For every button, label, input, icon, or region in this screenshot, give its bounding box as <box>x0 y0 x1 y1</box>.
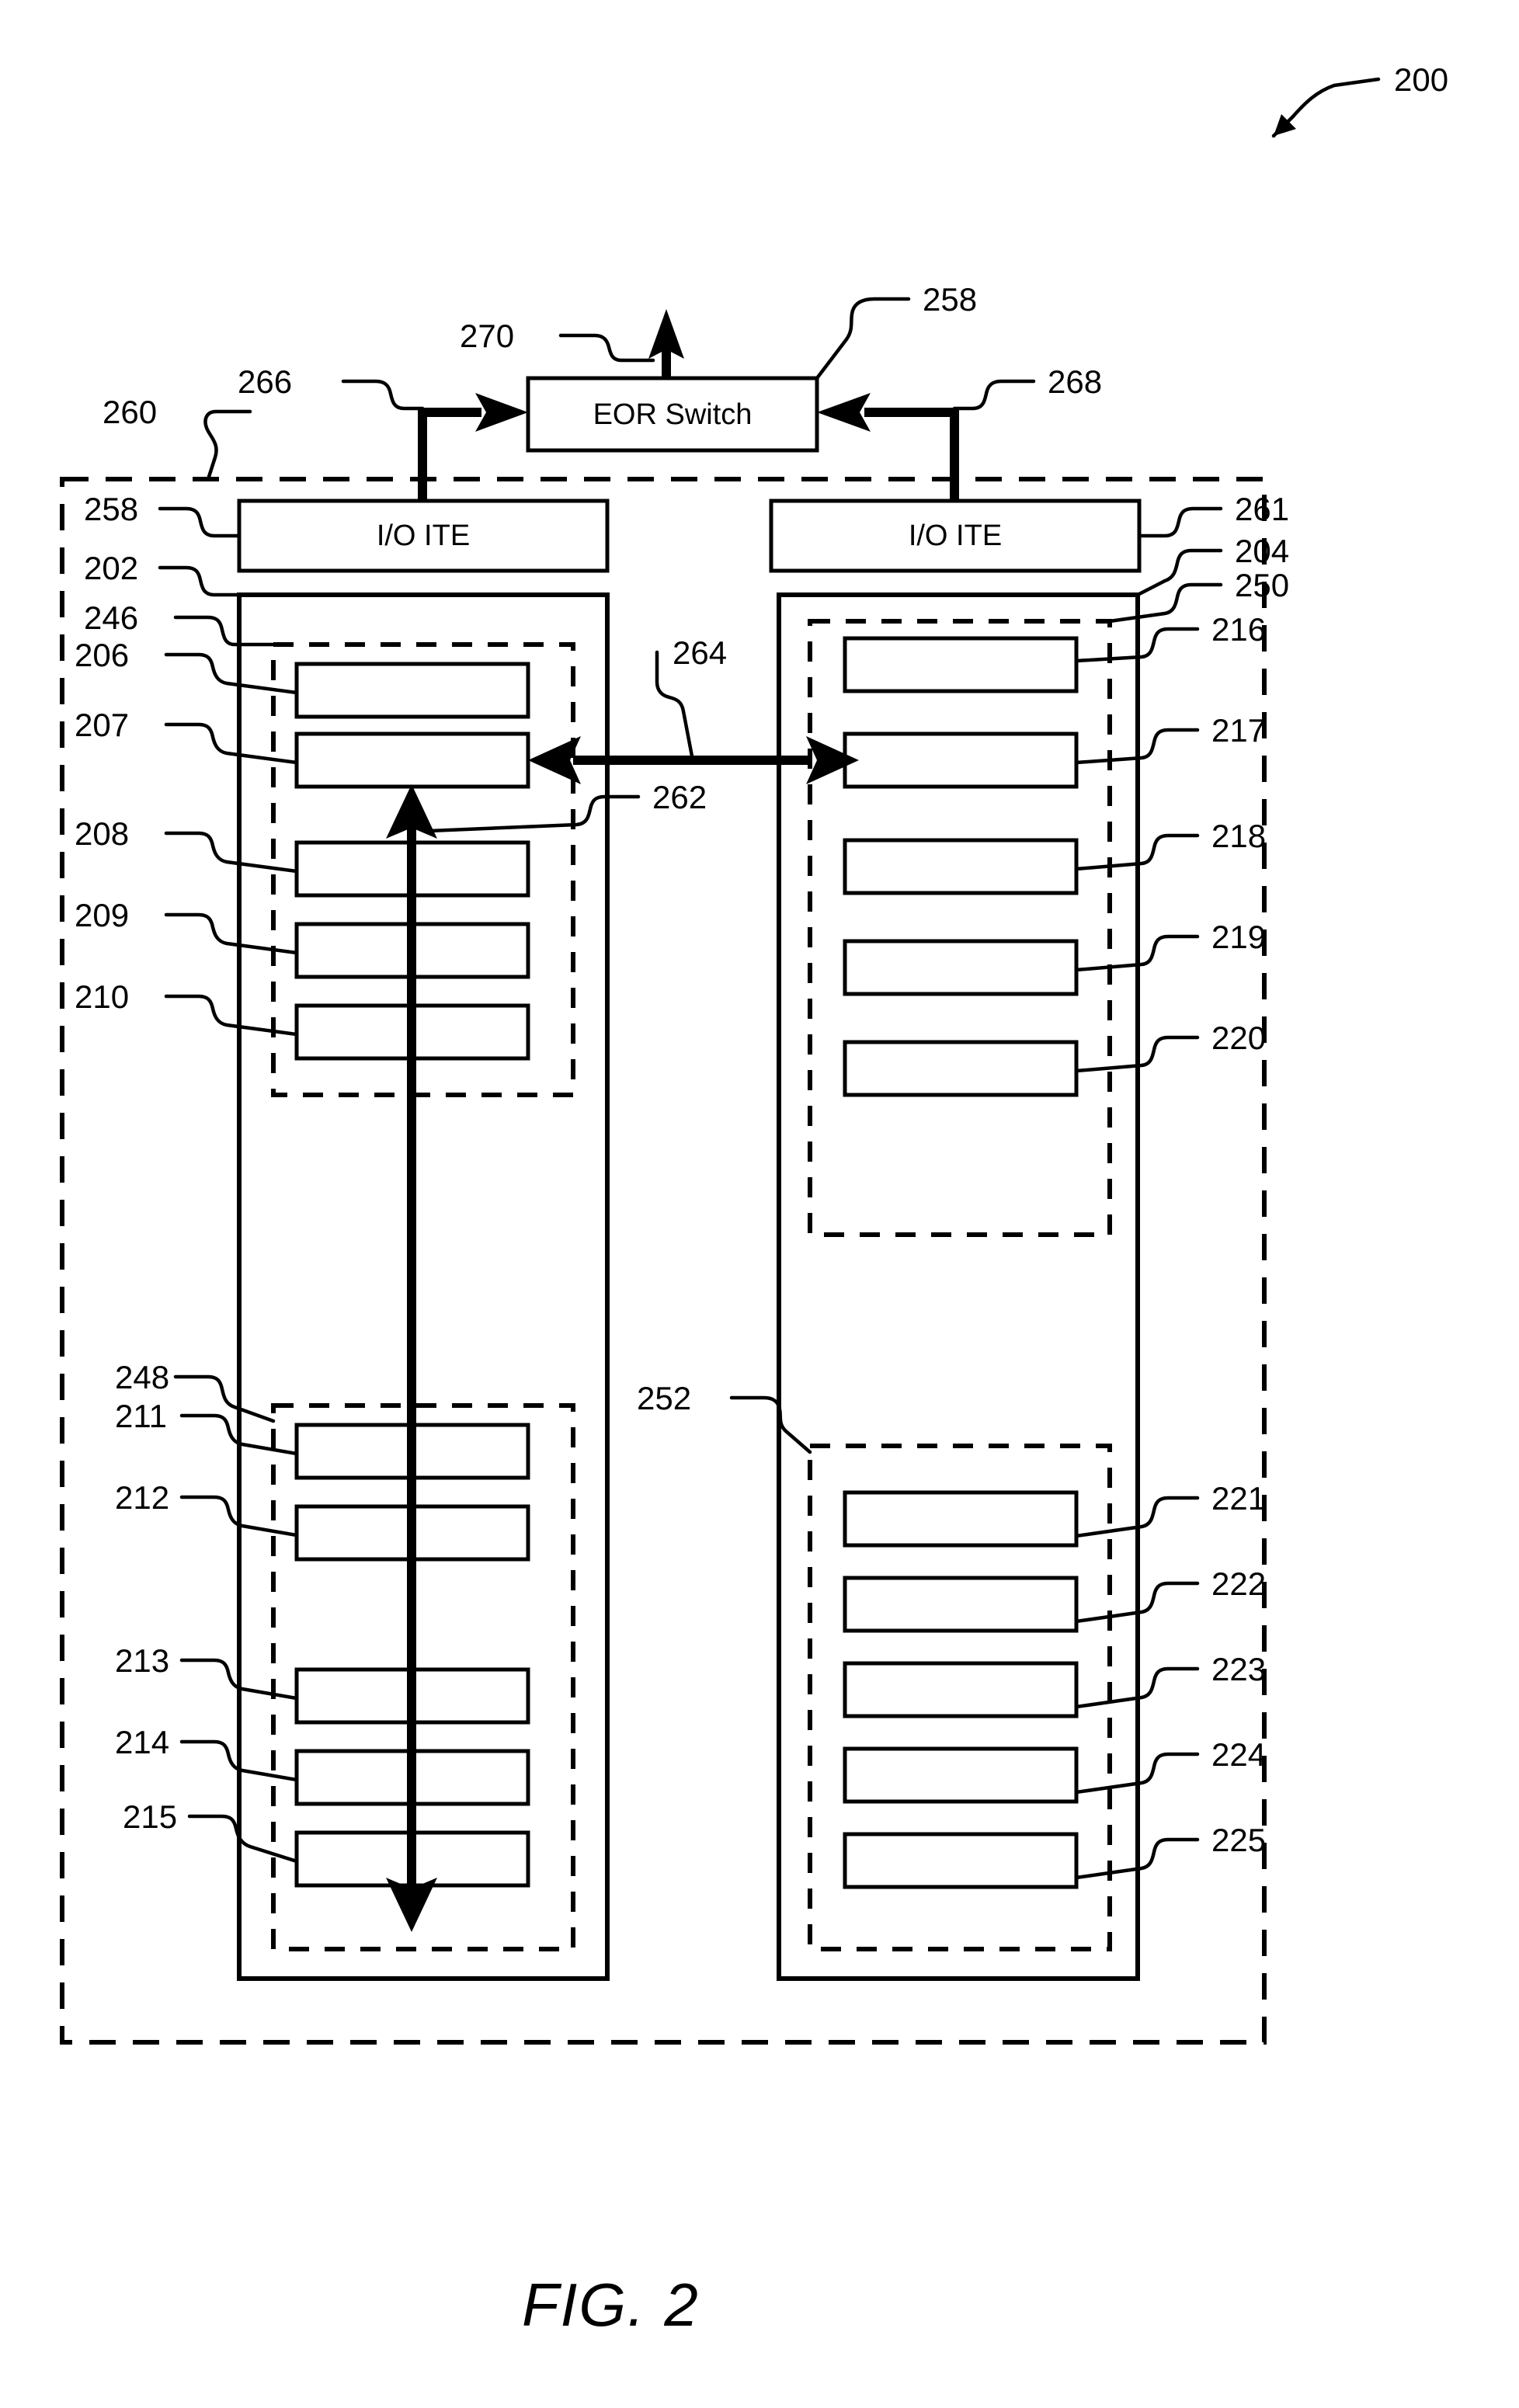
ref-209: 209 <box>75 897 129 933</box>
ref-215-leader: 215 <box>123 1798 299 1864</box>
ref-215: 215 <box>123 1798 177 1835</box>
eor-left-feed <box>418 393 528 501</box>
ref-266: 266 <box>238 363 292 400</box>
right-io-ite: I/O ITE <box>769 499 1142 573</box>
left-io-ite: I/O ITE <box>237 499 610 573</box>
ref-218: 218 <box>1211 818 1266 854</box>
ref-219-leader: 219 <box>1074 919 1266 972</box>
ref-218-leader: 218 <box>1074 818 1266 871</box>
figure-canvas: 200 EOR Switch 270 258 266 268 260 I/O I… <box>60 61 1448 2339</box>
ref-220-leader: 220 <box>1074 1020 1266 1073</box>
ref-222: 222 <box>1211 1565 1266 1602</box>
ref-222-leader: 222 <box>1074 1565 1266 1624</box>
ref-202-leader: 202 <box>84 550 242 597</box>
ref-221-leader: 221 <box>1074 1480 1266 1538</box>
ref-258-switch-leader: 258 <box>815 281 977 380</box>
ref-270-leader: 270 <box>460 318 655 363</box>
ref-207-leader: 207 <box>75 707 299 765</box>
left-io-ite-label: I/O ITE <box>377 519 470 552</box>
right-io-ite-label: I/O ITE <box>909 519 1002 552</box>
ref-212-leader: 212 <box>115 1479 299 1538</box>
ref-200: 200 <box>1394 61 1448 98</box>
ref-248: 248 <box>115 1359 169 1395</box>
ref-258-switch: 258 <box>923 281 977 318</box>
left-item-207 <box>294 731 530 789</box>
ref-211-leader: 211 <box>115 1398 299 1456</box>
ref-250: 250 <box>1235 567 1289 603</box>
right-item-216 <box>843 636 1079 693</box>
right-item-220 <box>843 1040 1079 1097</box>
eor-switch: EOR Switch <box>526 376 819 453</box>
ref-213-leader: 213 <box>115 1642 299 1701</box>
ref-260-leader: 260 <box>103 394 252 481</box>
eor-switch-uplink-arrow <box>648 309 684 378</box>
right-group-250-boundary <box>808 619 1112 1237</box>
ref-258-left-io: 258 <box>84 491 138 527</box>
ref-216-leader: 216 <box>1074 611 1266 663</box>
ref-223: 223 <box>1211 1651 1266 1687</box>
left-rack-outline <box>237 592 610 1981</box>
ref-246: 246 <box>84 599 138 636</box>
ref-214: 214 <box>115 1724 169 1760</box>
right-item-217 <box>843 731 1079 789</box>
ref-210: 210 <box>75 978 129 1015</box>
ref-270: 270 <box>460 318 514 354</box>
patent-figure-2: 200 EOR Switch 270 258 266 268 260 I/O I… <box>0 0 1519 2408</box>
ref-261-leader: 261 <box>1137 491 1289 538</box>
eor-switch-label: EOR Switch <box>593 398 753 431</box>
ref-207: 207 <box>75 707 129 743</box>
ref-252: 252 <box>637 1380 691 1416</box>
ref-224: 224 <box>1211 1736 1266 1773</box>
ref-214-leader: 214 <box>115 1724 299 1782</box>
right-item-225 <box>843 1832 1079 1889</box>
ref-208: 208 <box>75 815 129 852</box>
right-group-252-boundary <box>808 1444 1112 1951</box>
ref-224-leader: 224 <box>1074 1736 1266 1795</box>
figure-reference-200: 200 <box>1271 61 1448 138</box>
ref-268: 268 <box>1048 363 1102 400</box>
ref-212: 212 <box>115 1479 169 1516</box>
ref-219: 219 <box>1211 919 1266 955</box>
ref-211: 211 <box>115 1398 167 1434</box>
ref-225: 225 <box>1211 1822 1266 1858</box>
right-item-222 <box>843 1576 1079 1633</box>
right-item-218 <box>843 838 1079 895</box>
ref-204: 204 <box>1235 533 1289 569</box>
ref-266-leader: 266 <box>238 363 425 411</box>
ref-202: 202 <box>84 550 138 586</box>
ref-261: 261 <box>1235 491 1289 527</box>
right-item-219 <box>843 939 1079 996</box>
ref-264-leader: 264 <box>655 634 727 763</box>
ref-209-leader: 209 <box>75 897 299 955</box>
ref-258-left-io-leader: 258 <box>84 491 242 538</box>
intra-rack-link-262 <box>386 784 437 1932</box>
outer-enclosure-boundary <box>60 477 1267 2045</box>
ref-208-leader: 208 <box>75 815 299 874</box>
ref-210-leader: 210 <box>75 978 299 1037</box>
ref-260: 260 <box>103 394 157 430</box>
ref-213: 213 <box>115 1642 169 1679</box>
ref-216: 216 <box>1211 611 1266 648</box>
ref-206: 206 <box>75 637 129 673</box>
figure-caption: FIG. 2 <box>522 2271 700 2339</box>
left-item-206 <box>294 662 530 719</box>
ref-252-leader: 252 <box>637 1380 812 1454</box>
ref-262: 262 <box>652 779 707 815</box>
eor-right-feed <box>817 393 959 501</box>
ref-221: 221 <box>1211 1480 1266 1517</box>
right-item-224 <box>843 1746 1079 1804</box>
ref-264: 264 <box>673 634 727 671</box>
right-item-223 <box>843 1661 1079 1718</box>
right-item-221 <box>843 1490 1079 1548</box>
right-rack-outline <box>777 592 1140 1981</box>
ref-217: 217 <box>1211 712 1266 749</box>
ref-268-leader: 268 <box>952 363 1102 411</box>
ref-225-leader: 225 <box>1074 1822 1266 1880</box>
ref-220: 220 <box>1211 1020 1266 1056</box>
ref-217-leader: 217 <box>1074 712 1266 765</box>
ref-223-leader: 223 <box>1074 1651 1266 1709</box>
